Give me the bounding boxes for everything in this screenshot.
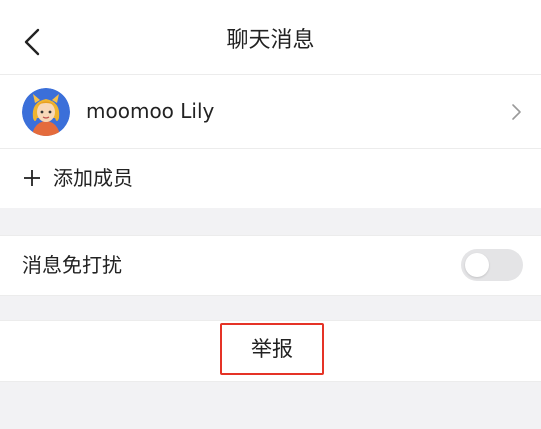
report-row: 举报 (0, 320, 541, 382)
avatar-cartoon-girl-icon (22, 88, 70, 136)
avatar[interactable] (22, 88, 70, 136)
add-member-button[interactable]: 添加成员 (0, 149, 541, 208)
toggle-knob (465, 253, 489, 277)
plus-icon (24, 170, 40, 186)
mute-notifications-row: 消息免打扰 (0, 235, 541, 296)
member-name: moomoo Lily (86, 99, 215, 123)
page-title: 聊天消息 (226, 28, 315, 53)
mute-label: 消息免打扰 (22, 253, 122, 277)
report-button[interactable]: 举报 (220, 323, 324, 375)
add-member-label: 添加成员 (53, 166, 133, 190)
top-bar: 聊天消息 (0, 0, 541, 75)
member-item[interactable]: moomoo Lily (0, 75, 541, 149)
chevron-right-icon (512, 104, 521, 120)
mute-toggle[interactable] (461, 249, 523, 281)
